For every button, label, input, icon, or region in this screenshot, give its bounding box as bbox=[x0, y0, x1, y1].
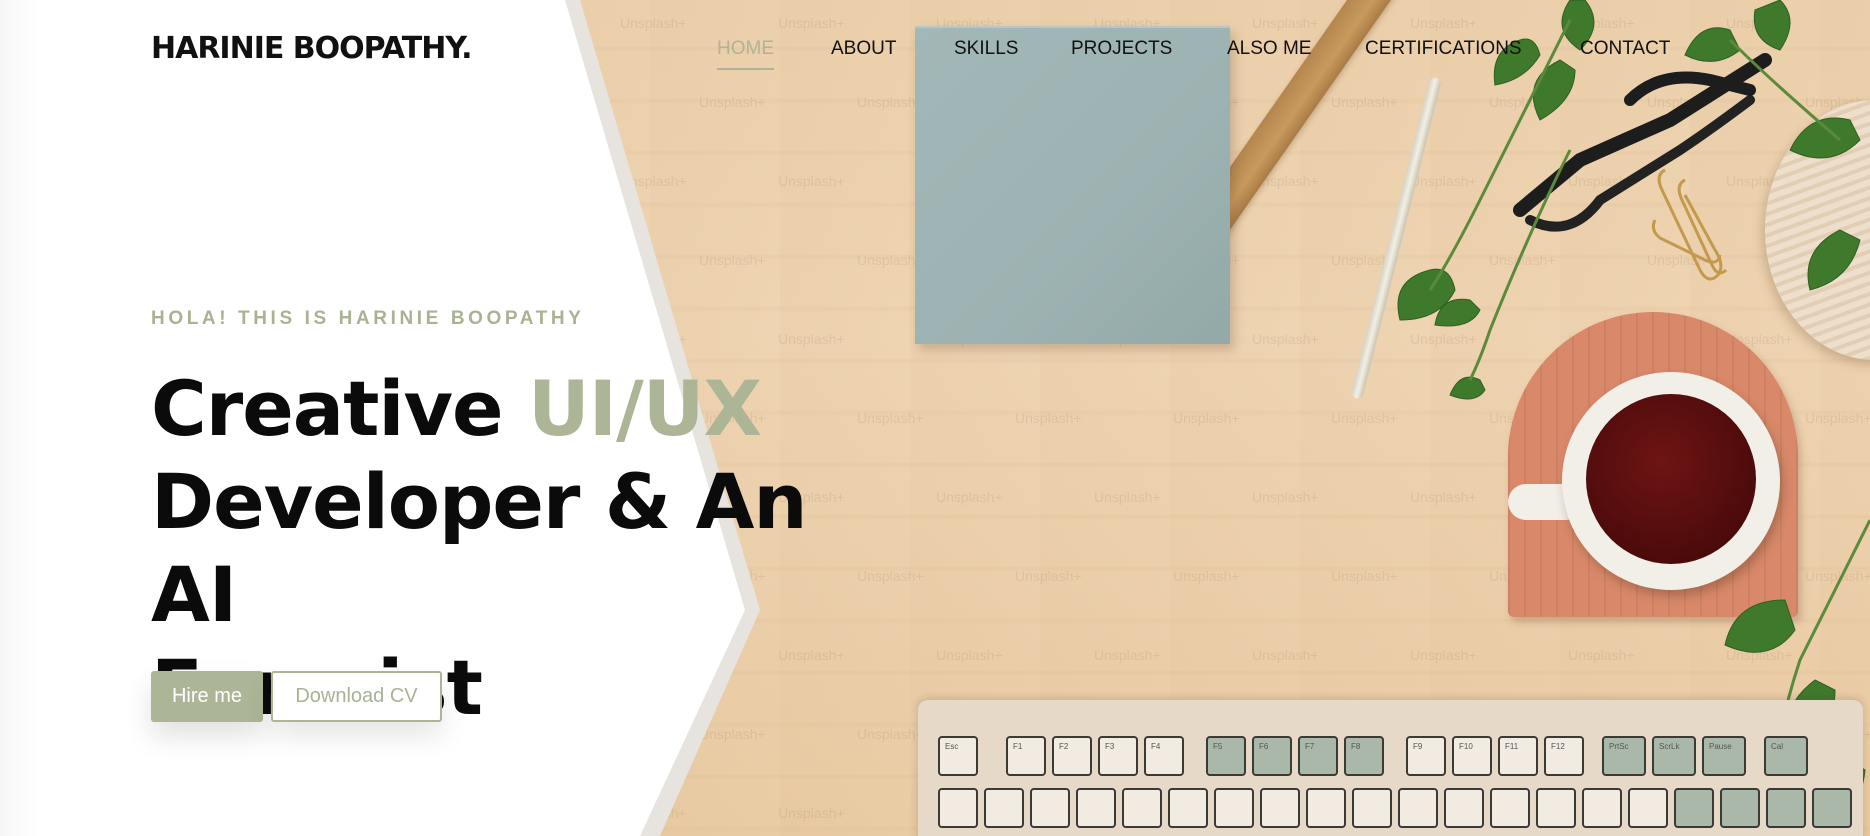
watermark-text: Unsplash+ bbox=[778, 173, 845, 189]
keyboard-key bbox=[1030, 788, 1070, 828]
keyboard-key: F12 bbox=[1544, 736, 1584, 776]
nav-contact[interactable]: CONTACT bbox=[1580, 38, 1670, 68]
keyboard-key: Esc bbox=[938, 736, 978, 776]
watermark-text: Unsplash+ bbox=[1252, 15, 1319, 31]
keyboard-key: Cal bbox=[1764, 736, 1808, 776]
keyboard-key: F6 bbox=[1252, 736, 1292, 776]
keyboard-key bbox=[1214, 788, 1254, 828]
watermark-text: Unsplash+ bbox=[699, 94, 766, 110]
watermark-text: Unsplash+ bbox=[936, 647, 1003, 663]
keyboard-key bbox=[1536, 788, 1576, 828]
keyboard-key bbox=[1306, 788, 1346, 828]
keyboard-key bbox=[1720, 788, 1760, 828]
keyboard-key bbox=[1260, 788, 1300, 828]
keyboard-key: F10 bbox=[1452, 736, 1492, 776]
keyboard-key: ScrLk bbox=[1652, 736, 1696, 776]
keyboard-key bbox=[1766, 788, 1806, 828]
keyboard-key bbox=[938, 788, 978, 828]
nav-projects[interactable]: PROJECTS bbox=[1071, 38, 1172, 68]
gift-box-image bbox=[915, 26, 1230, 344]
nav-home[interactable]: HOME bbox=[717, 38, 774, 70]
watermark-text: Unsplash+ bbox=[1252, 489, 1319, 505]
hero-title-line2: Developer & An AI bbox=[151, 457, 808, 639]
keyboard-key bbox=[984, 788, 1024, 828]
hero-title: Creative UI/UX Developer & An AI Fururis… bbox=[151, 362, 911, 734]
watermark-text: Unsplash+ bbox=[1252, 331, 1319, 347]
keyboard-key bbox=[1168, 788, 1208, 828]
keyboard-key: F9 bbox=[1406, 736, 1446, 776]
keyboard-key: PrtSc bbox=[1602, 736, 1646, 776]
keyboard-key bbox=[1628, 788, 1668, 828]
hero-title-accent: UI/UX bbox=[528, 364, 762, 453]
watermark-text: Unsplash+ bbox=[778, 331, 845, 347]
keyboard-key bbox=[1122, 788, 1162, 828]
site-logo[interactable]: HARINIE BOOPATHY. bbox=[151, 31, 473, 66]
watermark-text: Unsplash+ bbox=[1173, 568, 1240, 584]
keyboard-key bbox=[1076, 788, 1116, 828]
watermark-text: Unsplash+ bbox=[1094, 489, 1161, 505]
keyboard-key: F5 bbox=[1206, 736, 1246, 776]
keyboard-key: F1 bbox=[1006, 736, 1046, 776]
hero-title-part1: Creative bbox=[151, 364, 529, 453]
watermark-text: Unsplash+ bbox=[857, 252, 924, 268]
keyboard-key bbox=[1352, 788, 1392, 828]
keyboard-key bbox=[1444, 788, 1484, 828]
keyboard-key bbox=[1398, 788, 1438, 828]
nav-about[interactable]: ABOUT bbox=[831, 38, 896, 68]
keyboard-key: Pause bbox=[1702, 736, 1746, 776]
nav-certifications[interactable]: CERTIFICATIONS bbox=[1365, 38, 1522, 68]
keyboard-key: F11 bbox=[1498, 736, 1538, 776]
download-cv-button[interactable]: Download CV bbox=[271, 671, 442, 722]
keyboard-key: F8 bbox=[1344, 736, 1384, 776]
watermark-text: Unsplash+ bbox=[778, 805, 845, 821]
keyboard-image: Esc F1 F2 F3 F4 F5 F6 F7 F8 F9 F10 F11 F12 PrtSc ScrLk… bbox=[918, 700, 1863, 836]
watermark-text: Unsplash+ bbox=[857, 94, 924, 110]
watermark-text: Unsplash+ bbox=[936, 489, 1003, 505]
keyboard-key: F2 bbox=[1052, 736, 1092, 776]
watermark-text: Unsplash+ bbox=[1173, 410, 1240, 426]
keyboard-key bbox=[1582, 788, 1622, 828]
keyboard-key bbox=[1674, 788, 1714, 828]
nav-also-me[interactable]: ALSO ME bbox=[1227, 38, 1311, 68]
watermark-text: Unsplash+ bbox=[778, 15, 845, 31]
watermark-text: Unsplash+ bbox=[1252, 647, 1319, 663]
nav-skills[interactable]: SKILLS bbox=[954, 38, 1018, 68]
watermark-text: Unsplash+ bbox=[699, 252, 766, 268]
watermark-text: Unsplash+ bbox=[1015, 410, 1082, 426]
watermark-text: Unsplash+ bbox=[620, 15, 687, 31]
keyboard-key: F7 bbox=[1298, 736, 1338, 776]
watermark-text: Unsplash+ bbox=[1015, 568, 1082, 584]
watermark-text: Unsplash+ bbox=[1094, 647, 1161, 663]
keyboard-key bbox=[1490, 788, 1530, 828]
hire-me-button[interactable]: Hire me bbox=[151, 671, 263, 722]
keyboard-key: F3 bbox=[1098, 736, 1138, 776]
hero-greeting: HOLA! THIS IS HARINIE BOOPATHY bbox=[151, 308, 585, 329]
keyboard-key: F4 bbox=[1144, 736, 1184, 776]
keyboard-key bbox=[1812, 788, 1852, 828]
